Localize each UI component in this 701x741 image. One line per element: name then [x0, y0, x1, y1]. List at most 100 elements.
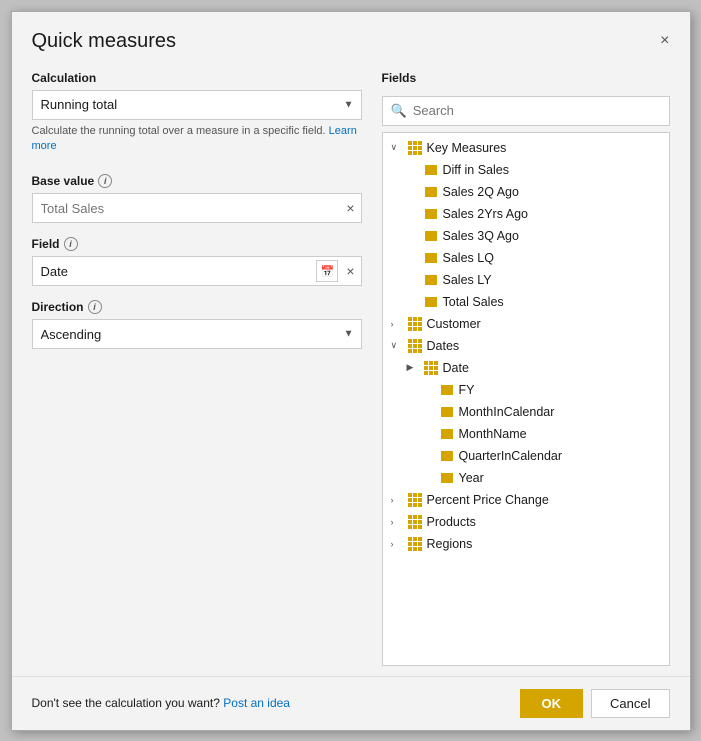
search-icon: 🔍 [391, 103, 407, 119]
chevron-dates: ∨ [391, 340, 407, 351]
tree-label-fy: FY [459, 383, 475, 397]
field-calendar-icon: 📅 [316, 260, 338, 282]
footer: Don't see the calculation you want? Post… [12, 676, 690, 730]
table-icon-dates [407, 339, 423, 353]
tree-label-dates: Dates [427, 339, 460, 353]
direction-label: Direction [32, 300, 84, 314]
tree-item-sales-2q-ago[interactable]: Sales 2Q Ago [383, 181, 669, 203]
table-icon-key-measures [407, 141, 423, 155]
tree-label-customer: Customer [427, 317, 481, 331]
base-value-input[interactable] [33, 201, 341, 216]
tree-item-dates[interactable]: ∨ Dates [383, 335, 669, 357]
search-box: 🔍 [382, 96, 670, 126]
tree-label-percent-price: Percent Price Change [427, 493, 549, 507]
ok-button[interactable]: OK [520, 689, 584, 718]
measure-icon-sales-3q-ago [423, 229, 439, 243]
table-icon-customer [407, 317, 423, 331]
tree-item-monthname[interactable]: MonthName [383, 423, 669, 445]
right-panel: Fields 🔍 ∨ Key Measures Diff in Sales Sa… [382, 71, 670, 666]
tree-item-sales-3q-ago[interactable]: Sales 3Q Ago [383, 225, 669, 247]
measure-icon-monthname [439, 427, 455, 441]
title-bar: Quick measures × [12, 12, 690, 61]
fields-tree: ∨ Key Measures Diff in Sales Sales 2Q Ag… [382, 132, 670, 666]
measure-icon-fy [439, 383, 455, 397]
direction-dropdown-wrapper: AscendingDescending ▼ [32, 319, 362, 349]
tree-label-monthincalendar: MonthInCalendar [459, 405, 555, 419]
tree-label-key-measures: Key Measures [427, 141, 507, 155]
base-value-input-wrapper: × [32, 193, 362, 223]
measure-icon-sales-ly [423, 273, 439, 287]
field-label: Field [32, 237, 60, 251]
direction-section: Direction i [32, 300, 362, 314]
tree-item-customer[interactable]: › Customer [383, 313, 669, 335]
post-idea-link[interactable]: Post an idea [223, 696, 290, 710]
tree-item-regions[interactable]: › Regions [383, 533, 669, 555]
tree-item-sales-lq[interactable]: Sales LQ [383, 247, 669, 269]
table-icon-percent-price [407, 493, 423, 507]
direction-info-icon: i [88, 300, 102, 314]
table-icon-products [407, 515, 423, 529]
tree-item-total-sales[interactable]: Total Sales [383, 291, 669, 313]
footer-buttons: OK Cancel [520, 689, 670, 718]
measure-icon-sales-lq [423, 251, 439, 265]
tree-label-year: Year [459, 471, 484, 485]
base-value-info-icon: i [98, 174, 112, 188]
tree-label-sales-ly: Sales LY [443, 273, 492, 287]
table-icon-date [423, 361, 439, 375]
measure-icon-year [439, 471, 455, 485]
tree-label-sales-3q-ago: Sales 3Q Ago [443, 229, 519, 243]
tree-item-fy[interactable]: FY [383, 379, 669, 401]
tree-label-total-sales: Total Sales [443, 295, 504, 309]
search-input[interactable] [413, 103, 661, 118]
tree-item-monthincalendar[interactable]: MonthInCalendar [383, 401, 669, 423]
tree-label-monthname: MonthName [459, 427, 527, 441]
tree-label-sales-2q-ago: Sales 2Q Ago [443, 185, 519, 199]
field-section: Field i [32, 237, 362, 251]
direction-select[interactable]: AscendingDescending [32, 319, 362, 349]
chevron-date: ▶ [407, 362, 423, 373]
tree-label-date: Date [443, 361, 469, 375]
field-clear-button[interactable]: × [340, 264, 360, 278]
chevron-key-measures: ∨ [391, 142, 407, 153]
tree-label-diff-in-sales: Diff in Sales [443, 163, 509, 177]
measure-icon-monthincalendar [439, 405, 455, 419]
close-button[interactable]: × [660, 33, 669, 49]
tree-item-date[interactable]: ▶ Date [383, 357, 669, 379]
chevron-products: › [391, 517, 407, 527]
tree-item-year[interactable]: Year [383, 467, 669, 489]
calculation-label: Calculation [32, 71, 362, 85]
cancel-button[interactable]: Cancel [591, 689, 669, 718]
base-value-section: Base value i [32, 174, 362, 188]
tree-label-products: Products [427, 515, 476, 529]
tree-label-quarterincalendar: QuarterInCalendar [459, 449, 563, 463]
measure-icon-sales-2yrs-ago [423, 207, 439, 221]
measure-icon-sales-2q-ago [423, 185, 439, 199]
quick-measures-dialog: Quick measures × Calculation Running tot… [11, 11, 691, 731]
tree-item-diff-in-sales[interactable]: Diff in Sales [383, 159, 669, 181]
dialog-content: Calculation Running totalMoving averageY… [12, 61, 690, 676]
tree-item-quarterincalendar[interactable]: QuarterInCalendar [383, 445, 669, 467]
dialog-title: Quick measures [32, 30, 177, 53]
field-info-icon: i [64, 237, 78, 251]
calculation-dropdown-wrapper: Running totalMoving averageYear-over-yea… [32, 90, 362, 120]
chevron-regions: › [391, 539, 407, 549]
tree-item-percent-price[interactable]: › Percent Price Change [383, 489, 669, 511]
tree-item-sales-ly[interactable]: Sales LY [383, 269, 669, 291]
calculation-hint: Calculate the running total over a measu… [32, 124, 362, 155]
tree-label-regions: Regions [427, 537, 473, 551]
measure-icon-total-sales [423, 295, 439, 309]
tree-item-products[interactable]: › Products [383, 511, 669, 533]
chevron-customer: › [391, 319, 407, 329]
left-panel: Calculation Running totalMoving averageY… [32, 71, 362, 666]
tree-item-sales-2yrs-ago[interactable]: Sales 2Yrs Ago [383, 203, 669, 225]
chevron-percent-price: › [391, 495, 407, 505]
tree-label-sales-lq: Sales LQ [443, 251, 494, 265]
table-icon-regions [407, 537, 423, 551]
calculation-select[interactable]: Running totalMoving averageYear-over-yea… [32, 90, 362, 120]
tree-label-sales-2yrs-ago: Sales 2Yrs Ago [443, 207, 528, 221]
base-value-clear-button[interactable]: × [340, 201, 360, 215]
measure-icon-diff-in-sales [423, 163, 439, 177]
measure-icon-quarterincalendar [439, 449, 455, 463]
tree-item-key-measures[interactable]: ∨ Key Measures [383, 137, 669, 159]
fields-label: Fields [382, 71, 670, 85]
